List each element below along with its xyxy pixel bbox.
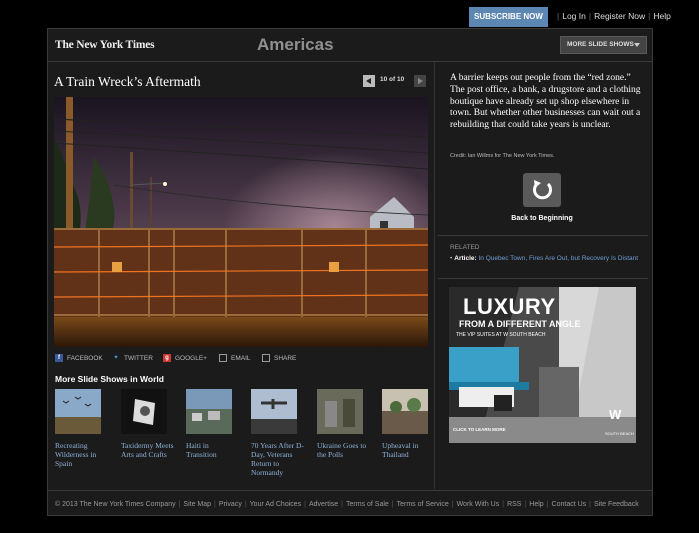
footer-privacy[interactable]: Privacy	[219, 501, 242, 508]
slide-photo	[54, 97, 428, 347]
more-slideshows-heading: More Slide Shows in World	[55, 374, 164, 384]
ukraine-thumbnail	[317, 389, 363, 434]
arrow-left-icon	[366, 78, 371, 84]
share-icon	[262, 354, 270, 363]
register-link[interactable]: Register Now	[594, 11, 645, 21]
footer-divider	[48, 490, 652, 491]
share-google[interactable]: g GOOGLE+	[163, 354, 207, 366]
thumb-caption-thailand[interactable]: Upheaval in Thailand	[382, 441, 436, 459]
thumb-ukraine[interactable]	[317, 389, 363, 434]
thumb-caption-wilderness[interactable]: Recreating Wilderness in Spain	[55, 441, 109, 468]
help-link[interactable]: Help	[653, 11, 670, 21]
google-plus-icon: g	[163, 354, 171, 363]
column-divider	[434, 62, 435, 489]
ad-brand: SOUTH BEACH	[605, 431, 634, 436]
facebook-icon: f	[55, 354, 63, 363]
slide-counter: 10 of 10	[380, 76, 405, 83]
footer: © 2013 The New York Times Company | Site M…	[55, 501, 639, 508]
related-heading: RELATED	[450, 244, 480, 251]
dday-thumbnail	[251, 389, 297, 434]
thumb-caption-dday[interactable]: 70 Years After D-Day, Veterans Return to…	[251, 441, 305, 477]
divider	[438, 235, 648, 236]
footer-site-feedback[interactable]: Site Feedback	[594, 501, 639, 508]
related-kind: Article:	[454, 255, 477, 262]
share-facebook-label: FACEBOOK	[67, 355, 103, 362]
section-title: Americas	[257, 35, 334, 54]
footer-rss[interactable]: RSS	[507, 501, 521, 508]
copyright: © 2013 The New York Times Company	[55, 501, 176, 508]
more-slideshows-button[interactable]: MORE SLIDE SHOWS	[560, 36, 647, 54]
footer-site-map[interactable]: Site Map	[183, 501, 211, 508]
footer-terms-of-service[interactable]: Terms of Service	[397, 501, 449, 508]
footer-contact-us[interactable]: Contact Us	[552, 501, 587, 508]
replay-icon	[533, 180, 552, 200]
photo-credit: Credit: Ian Willms for The New York Time…	[450, 153, 555, 159]
thumb-haiti[interactable]	[186, 389, 232, 434]
thumb-caption-ukraine[interactable]: Ukraine Goes to the Polls	[317, 441, 371, 459]
haiti-thumbnail	[186, 389, 232, 434]
share-twitter-label: TWITTER	[124, 355, 153, 362]
nyt-logo[interactable]: The New York Times	[55, 39, 155, 51]
slideshow-frame: The New York Times Americas MORE SLIDE S…	[47, 28, 653, 516]
ad-logo: W	[609, 407, 622, 422]
chevron-down-icon	[634, 43, 640, 47]
share-more-label: SHARE	[274, 355, 297, 362]
thumb-caption-haiti[interactable]: Haiti in Transition	[186, 441, 240, 459]
ad-tagline: FROM A DIFFERENT ANGLE	[459, 319, 581, 329]
thumb-wilderness[interactable]	[55, 389, 101, 434]
previous-slide-button[interactable]	[363, 75, 375, 87]
account-links: | Log In | Register Now | Help	[557, 11, 671, 21]
share-email-label: EMAIL	[231, 355, 251, 362]
ad-cta: CLICK TO LEARN MORE	[453, 427, 506, 432]
ad-headline: LUXURY	[463, 294, 556, 319]
footer-work-with-us[interactable]: Work With Us	[457, 501, 500, 508]
footer-terms-of-sale[interactable]: Terms of Sale	[346, 501, 389, 508]
slide-title: A Train Wreck’s Aftermath	[54, 74, 201, 89]
top-bar: SUBSCRIBE NOW | Log In | Register Now | Help	[0, 0, 699, 28]
email-icon	[219, 354, 227, 363]
thumb-dday[interactable]	[251, 389, 297, 434]
divider	[438, 278, 648, 279]
share-more[interactable]: SHARE	[262, 354, 296, 366]
footer-help[interactable]: Help	[529, 501, 543, 508]
footer-advertise[interactable]: Advertise	[309, 501, 338, 508]
ad-subtext: THE VIP SUITES AT W SOUTH BEACH	[456, 332, 546, 338]
more-slideshows-label: MORE SLIDE SHOWS	[567, 41, 634, 48]
related-article: • Article: In Quebec Town, Fires Are Out,…	[450, 255, 639, 262]
luxury-ad-banner[interactable]: LUXURY FROM A DIFFERENT ANGLE THE VIP SU…	[449, 287, 636, 443]
subscribe-button[interactable]: SUBSCRIBE NOW	[469, 7, 548, 27]
related-article-link[interactable]: In Quebec Town, Fires Are Out, but Recov…	[479, 255, 639, 262]
footer-ad-choices[interactable]: Your Ad Choices	[250, 501, 302, 508]
arrow-right-icon	[418, 78, 423, 84]
wilderness-thumbnail	[55, 389, 101, 434]
share-google-label: GOOGLE+	[175, 355, 207, 362]
share-facebook[interactable]: f FACEBOOK	[55, 354, 103, 366]
login-link[interactable]: Log In	[562, 11, 586, 21]
back-to-beginning-label[interactable]: Back to Beginning	[504, 215, 580, 222]
train-wreck-barrier-photo	[54, 97, 428, 347]
thumb-thailand[interactable]	[382, 389, 428, 434]
slideshow-header: The New York Times Americas MORE SLIDE S…	[48, 29, 652, 62]
taxidermy-thumbnail	[121, 389, 167, 434]
share-email[interactable]: EMAIL	[219, 354, 251, 366]
back-to-beginning-button[interactable]	[523, 173, 561, 207]
thumb-caption-taxidermy[interactable]: Taxidermy Meets Arts and Crafts	[121, 441, 175, 459]
next-slide-button[interactable]	[414, 75, 426, 87]
slide-caption: A barrier keeps out people from the “red…	[450, 73, 641, 131]
thumb-taxidermy[interactable]	[121, 389, 167, 434]
share-twitter[interactable]: ✦ TWITTER	[112, 354, 153, 366]
thailand-thumbnail	[382, 389, 428, 434]
twitter-icon: ✦	[113, 355, 119, 362]
